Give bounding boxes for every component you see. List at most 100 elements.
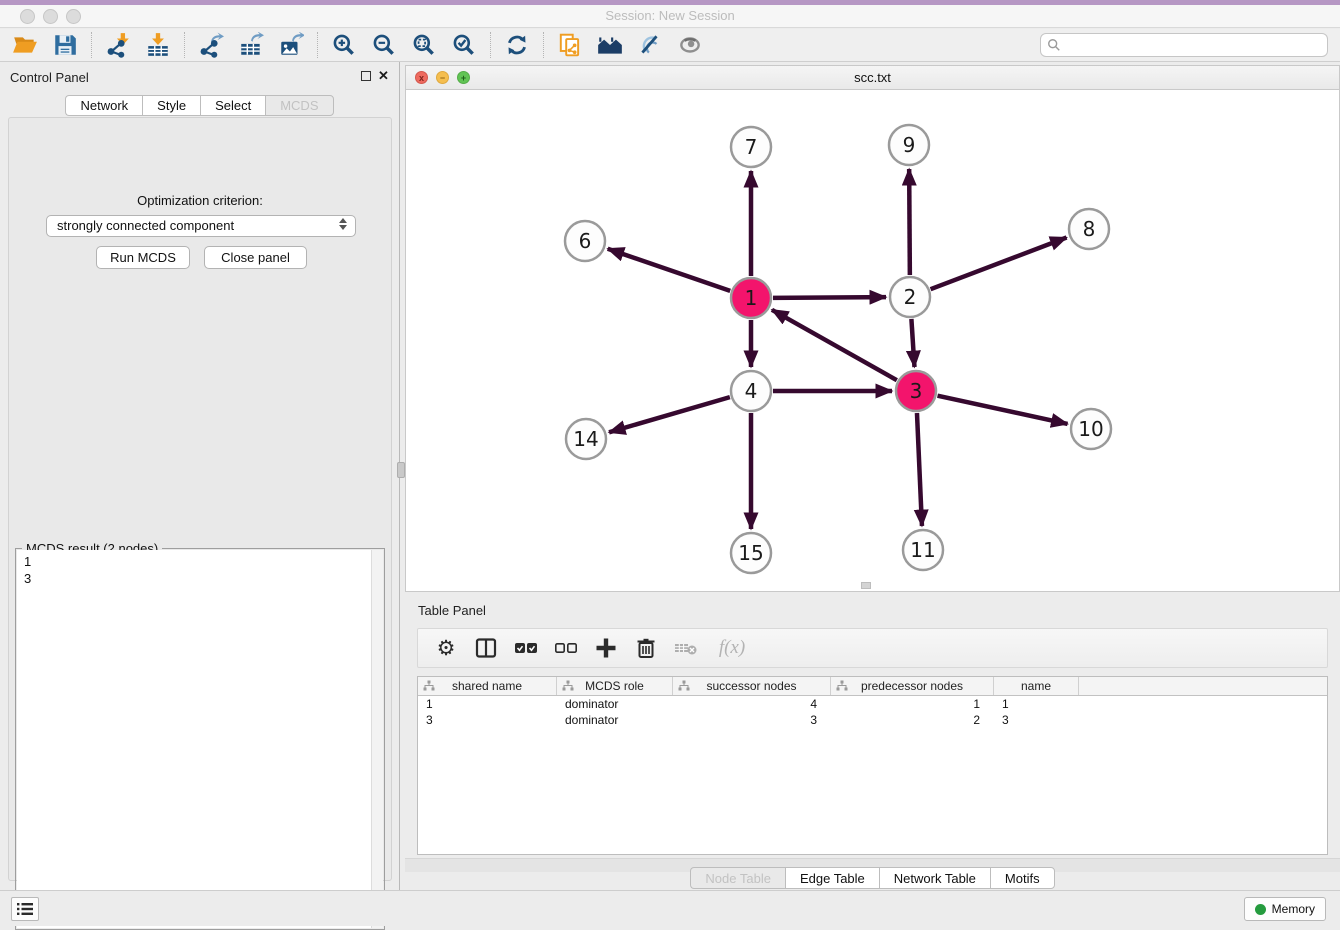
tab-network-table[interactable]: Network Table — [879, 867, 990, 889]
column-header-MCDS-role[interactable]: MCDS role — [557, 677, 673, 695]
column-header-successor-nodes[interactable]: successor nodes — [673, 677, 831, 695]
toolbar-separator — [543, 32, 544, 58]
tab-mcds[interactable]: MCDS — [265, 95, 333, 116]
search-icon — [1047, 38, 1061, 52]
cell-predecessor-nodes[interactable]: 1 — [831, 696, 994, 712]
column-header-name[interactable]: name — [994, 677, 1079, 695]
node-label-14: 14 — [573, 427, 598, 451]
tab-edge-table[interactable]: Edge Table — [785, 867, 879, 889]
home-icon[interactable] — [595, 31, 625, 59]
edge-3-1[interactable] — [772, 310, 897, 380]
toolbar-separator — [91, 32, 92, 58]
dropdown-stepper-icon — [339, 218, 347, 230]
search-input[interactable] — [1061, 36, 1327, 54]
criterion-value: strongly connected component — [57, 218, 234, 233]
import-table-icon[interactable] — [143, 31, 173, 59]
select-all-icon[interactable] — [512, 634, 540, 662]
open-session-icon[interactable] — [10, 31, 40, 59]
cell-MCDS-role[interactable]: dominator — [557, 712, 673, 728]
tab-style[interactable]: Style — [142, 95, 200, 116]
network-window-title: scc.txt — [406, 70, 1339, 85]
edge-2-8[interactable] — [931, 238, 1067, 290]
result-scrollbar[interactable] — [371, 550, 383, 928]
settings-gear-icon[interactable]: ⚙ — [432, 634, 460, 662]
edge-1-6[interactable] — [608, 249, 730, 291]
tab-motifs[interactable]: Motifs — [990, 867, 1055, 889]
edge-3-10[interactable] — [937, 396, 1067, 424]
edge-3-11[interactable] — [917, 413, 922, 526]
graphics-details-icon[interactable] — [635, 31, 665, 59]
cell-predecessor-nodes[interactable]: 2 — [831, 712, 994, 728]
edge-4-14[interactable] — [609, 397, 730, 432]
add-row-icon[interactable] — [592, 634, 620, 662]
table-row[interactable]: 3dominator323 — [418, 712, 1327, 728]
mcds-result-textarea[interactable]: 1 3 — [17, 550, 383, 928]
column-header-predecessor-nodes[interactable]: predecessor nodes — [831, 677, 994, 695]
app-window: Session: New Session — [0, 0, 1340, 926]
save-session-icon[interactable] — [50, 31, 80, 59]
eye-icon[interactable] — [675, 31, 705, 59]
run-mcds-button[interactable]: Run MCDS — [96, 246, 190, 269]
table-toolbar: ⚙ f(x) — [417, 628, 1328, 668]
network-window: x − + scc.txt 7968124314101511 — [405, 65, 1340, 592]
cell-name[interactable]: 1 — [994, 696, 1079, 712]
column-layout-icon[interactable] — [472, 634, 500, 662]
node-table[interactable]: shared nameMCDS rolesuccessor nodesprede… — [417, 676, 1328, 855]
network-canvas[interactable]: 7968124314101511 — [406, 91, 1339, 591]
export-image-icon[interactable] — [276, 31, 306, 59]
cell-successor-nodes[interactable]: 4 — [673, 696, 831, 712]
table-row[interactable]: 1dominator411 — [418, 696, 1327, 712]
horizontal-splitter-handle[interactable] — [861, 582, 871, 589]
delete-table-icon — [672, 634, 700, 662]
node-label-7: 7 — [745, 135, 758, 159]
close-panel-button[interactable]: Close panel — [204, 246, 307, 269]
clone-network-icon[interactable] — [555, 31, 585, 59]
task-history-button[interactable] — [11, 897, 39, 921]
window-title: Session: New Session — [0, 8, 1340, 23]
list-icon — [16, 901, 34, 917]
column-header-shared-name[interactable]: shared name — [418, 677, 557, 695]
zoom-fit-icon[interactable] — [409, 31, 439, 59]
mcds-panel: Optimization criterion: strongly connect… — [8, 117, 392, 881]
cell-name[interactable]: 3 — [994, 712, 1079, 728]
table-body[interactable]: 1dominator4113dominator323 — [418, 696, 1327, 728]
node-label-10: 10 — [1078, 417, 1103, 441]
tab-network[interactable]: Network — [65, 95, 142, 116]
function-builder-icon: f(x) — [712, 634, 752, 662]
node-label-11: 11 — [910, 538, 935, 562]
mcds-result-lines: 1 3 — [17, 550, 383, 587]
cell-shared-name[interactable]: 3 — [418, 712, 557, 728]
edge-2-9[interactable] — [909, 169, 910, 275]
cell-shared-name[interactable]: 1 — [418, 696, 557, 712]
zoom-out-icon[interactable] — [369, 31, 399, 59]
edge-2-3[interactable] — [911, 319, 914, 367]
cell-MCDS-role[interactable]: dominator — [557, 696, 673, 712]
node-label-15: 15 — [738, 541, 763, 565]
export-table-icon[interactable] — [236, 31, 266, 59]
network-window-titlebar[interactable]: x − + scc.txt — [406, 66, 1339, 90]
node-label-6: 6 — [579, 229, 592, 253]
import-network-icon[interactable] — [103, 31, 133, 59]
search-box[interactable] — [1040, 33, 1328, 57]
delete-row-icon[interactable] — [632, 634, 660, 662]
optimization-criterion-label: Optimization criterion: — [9, 193, 391, 208]
tab-select[interactable]: Select — [200, 95, 265, 116]
node-label-2: 2 — [904, 285, 917, 309]
cell-successor-nodes[interactable]: 3 — [673, 712, 831, 728]
table-header-row[interactable]: shared nameMCDS rolesuccessor nodesprede… — [418, 677, 1327, 696]
network-graph[interactable]: 7968124314101511 — [406, 91, 1339, 591]
table-panel-title: Table Panel — [418, 603, 486, 618]
criterion-dropdown[interactable]: strongly connected component — [46, 215, 356, 237]
zoom-selected-icon[interactable] — [449, 31, 479, 59]
deselect-all-icon[interactable] — [552, 634, 580, 662]
edge-1-2[interactable] — [773, 297, 886, 298]
control-panel-title: Control Panel — [10, 70, 89, 85]
vertical-splitter-handle[interactable] — [397, 462, 405, 478]
close-panel-icon[interactable]: ✕ — [378, 68, 389, 84]
memory-button[interactable]: Memory — [1244, 897, 1326, 921]
zoom-in-icon[interactable] — [329, 31, 359, 59]
export-network-icon[interactable] — [196, 31, 226, 59]
apply-layout-icon[interactable] — [502, 31, 532, 59]
tab-node-table[interactable]: Node Table — [690, 867, 785, 889]
float-panel-icon[interactable] — [361, 71, 371, 81]
